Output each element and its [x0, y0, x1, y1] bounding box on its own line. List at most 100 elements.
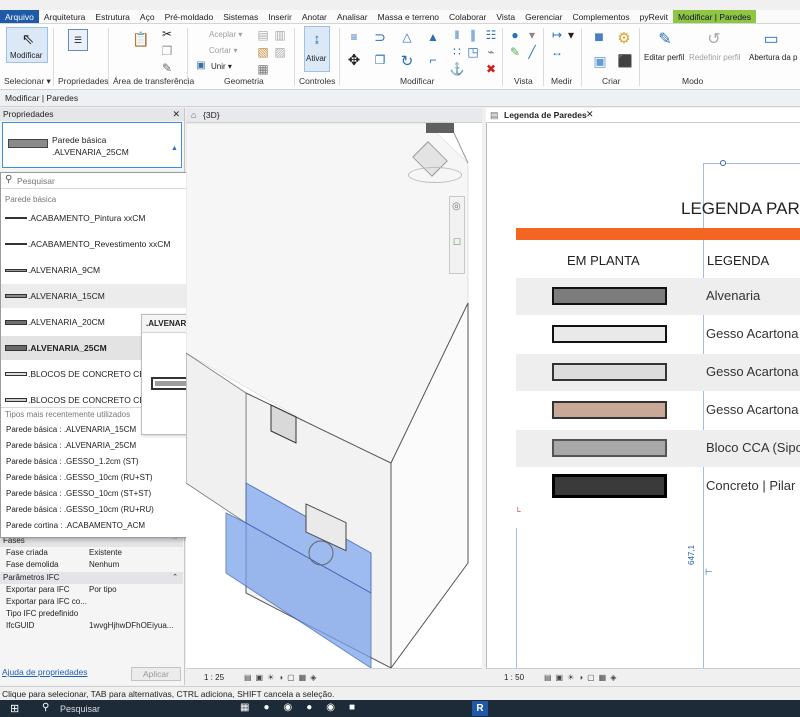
demolish-icon[interactable]: ▨: [273, 45, 287, 59]
cut-icon[interactable]: ✂: [160, 27, 174, 41]
property-row[interactable]: IfcGUID 1wvgHjhwDFhOEiyua...: [0, 620, 183, 632]
split-icon[interactable]: ‖: [450, 28, 464, 42]
ribbon-tab[interactable]: Arquitetura: [39, 10, 91, 23]
ribbon-tab[interactable]: Complementos: [567, 10, 634, 23]
property-row[interactable]: Fase criada Existente: [0, 547, 183, 559]
ribbon-tab[interactable]: Arquivo: [0, 10, 39, 23]
ribbon-tab[interactable]: Inserir: [263, 10, 297, 23]
legend-row[interactable]: Concreto | Pilar: [516, 468, 800, 505]
linework-icon[interactable]: ╱: [525, 45, 539, 59]
view-tab-3d[interactable]: ⌂ {3D}: [186, 108, 482, 123]
property-row[interactable]: Fase demolida Nenhum: [0, 559, 183, 571]
ribbon-tab[interactable]: Sistemas: [218, 10, 263, 23]
array-icon[interactable]: ∷: [450, 45, 464, 59]
type-selector-caret-icon[interactable]: ▲: [171, 145, 178, 152]
property-value[interactable]: Por tipo: [89, 584, 117, 596]
view-control-icons[interactable]: ▤▣☀◑▢▦◈: [244, 669, 320, 686]
ribbon-tab[interactable]: Estrutura: [90, 10, 135, 23]
ribbon-tab[interactable]: Gerenciar: [520, 10, 567, 23]
legend-scale[interactable]: 1 : 50: [504, 669, 524, 686]
dimension-icon[interactable]: ↔: [550, 45, 564, 59]
properties-button[interactable]: ☰: [66, 29, 90, 67]
navigation-bar[interactable]: ◎ ☐: [449, 196, 465, 274]
wall-opening-button[interactable]: Abertura da p: [749, 53, 797, 62]
modify-tool-button[interactable]: ⇖ Modificar: [6, 27, 48, 63]
legend-row[interactable]: Alvenaria: [516, 278, 800, 315]
apply-button[interactable]: Aplicar: [131, 667, 181, 681]
taskbar-search-icon[interactable]: ⚲: [42, 702, 49, 713]
legend-sheet[interactable]: LEGENDA PAR EM PLANTA LEGENDA Alvenaria G…: [486, 123, 800, 668]
temp-hide-icon[interactable]: ▾: [525, 28, 539, 42]
revit-app-icon[interactable]: R: [472, 701, 488, 716]
legend-row[interactable]: Gesso Acartona: [516, 392, 800, 429]
edit-profile-icon[interactable]: ✎: [654, 28, 676, 50]
mirror-draw-icon[interactable]: ▲: [424, 29, 442, 45]
legend-row[interactable]: Bloco CCA (Sipo: [516, 430, 800, 467]
collapse-icon[interactable]: ⌃: [172, 572, 178, 584]
remove-paint-icon[interactable]: ▦: [256, 62, 270, 76]
measure-icon[interactable]: ↦: [550, 28, 564, 42]
cope-button[interactable]: Aceplar ▾: [209, 30, 242, 39]
copy-element-icon[interactable]: ❐: [372, 52, 388, 68]
measure-dropdown-icon[interactable]: ▾: [566, 28, 576, 42]
wall-opening-icon[interactable]: ▭: [760, 28, 782, 50]
ribbon-tab[interactable]: Aço: [135, 10, 160, 23]
legend-control-icons[interactable]: ▤▣☀◑▢▦◈: [544, 669, 620, 686]
offset-icon[interactable]: ⊃: [370, 29, 390, 45]
assembly-icon[interactable]: ⬛: [615, 52, 635, 70]
rotate-icon[interactable]: ↻: [398, 52, 416, 70]
reset-profile-button[interactable]: Redefinir perfil: [689, 53, 741, 62]
property-value[interactable]: 1wvgHjhwDFhOEiyua...: [89, 620, 173, 632]
hide-icon[interactable]: ●: [508, 28, 522, 42]
legend-row[interactable]: Gesso Acartona: [516, 316, 800, 353]
ribbon-tab[interactable]: Anotar: [297, 10, 332, 23]
property-row[interactable]: Exportar para IFC Por tipo: [0, 584, 183, 596]
trim-icon[interactable]: ⌐: [424, 52, 442, 68]
steering-wheel-icon[interactable]: ◎: [452, 201, 461, 212]
ribbon-tab[interactable]: Analisar: [332, 10, 373, 23]
split-face-icon[interactable]: ▥: [273, 28, 287, 42]
paint-icon[interactable]: ▧: [256, 45, 270, 59]
create-similar-icon[interactable]: ▣: [590, 52, 610, 70]
type-selector[interactable]: Parede básica .ALVENARIA_25CM ▲: [2, 122, 182, 168]
home-icon[interactable]: ⌂: [191, 110, 196, 120]
view-tab-legend[interactable]: ▤ Legenda de Paredes ✕: [486, 108, 800, 123]
override-icon[interactable]: ✎: [508, 45, 522, 59]
reset-profile-icon[interactable]: ↺: [703, 28, 725, 50]
viewcube-ring[interactable]: [408, 167, 462, 183]
view-3d-canvas[interactable]: ◎ ☐: [186, 123, 482, 668]
create-group-icon[interactable]: ⚙: [613, 28, 635, 48]
ribbon-tab[interactable]: Modificar | Paredes: [672, 10, 757, 23]
matrix-icon[interactable]: ☷: [484, 28, 498, 42]
close-icon[interactable]: ✕: [172, 108, 180, 121]
close-tab-icon[interactable]: ✕: [586, 109, 594, 120]
wall-joins-icon[interactable]: ▤: [256, 28, 270, 42]
cut-geometry-button[interactable]: Cortar ▾: [209, 46, 237, 55]
view-scale[interactable]: 1 : 25: [204, 669, 224, 686]
ribbon-tab[interactable]: Massa e terreno: [373, 10, 444, 23]
copy-icon[interactable]: ❐: [160, 44, 174, 58]
zoom-icon[interactable]: ☐: [453, 237, 461, 248]
property-value[interactable]: Nenhum: [89, 559, 119, 571]
mirror-axis-icon[interactable]: △: [398, 29, 416, 45]
ribbon-tab[interactable]: pyRevit: [635, 10, 673, 23]
scale-icon[interactable]: ◳: [466, 45, 480, 59]
property-value[interactable]: Existente: [89, 547, 122, 559]
property-row[interactable]: Tipo IFC predefinido: [0, 608, 183, 620]
legend-row[interactable]: Gesso Acartona: [516, 354, 800, 391]
unpin-icon[interactable]: ⌁: [484, 45, 498, 59]
create-parts-icon[interactable]: ■: [588, 28, 610, 48]
edit-profile-button[interactable]: Editar perfil: [644, 53, 684, 62]
split-gap-icon[interactable]: ∥: [466, 28, 480, 42]
taskbar-search[interactable]: Pesquisar: [60, 704, 100, 714]
move-icon[interactable]: ✥: [346, 52, 362, 69]
ribbon-tab[interactable]: Vista: [491, 10, 520, 23]
delete-icon[interactable]: ✖: [484, 62, 498, 76]
ribbon-tab[interactable]: Colaborar: [444, 10, 491, 23]
pin-icon[interactable]: ⚓: [450, 62, 465, 76]
dimension-text[interactable]: 647,1: [687, 545, 696, 565]
activate-controls-button[interactable]: ↨ Ativar: [304, 26, 330, 72]
windows-start-icon[interactable]: ⊞: [10, 702, 19, 715]
ribbon-tab[interactable]: Pré-moldado: [160, 10, 219, 23]
select-dropdown[interactable]: Selecionar ▾: [4, 76, 51, 87]
